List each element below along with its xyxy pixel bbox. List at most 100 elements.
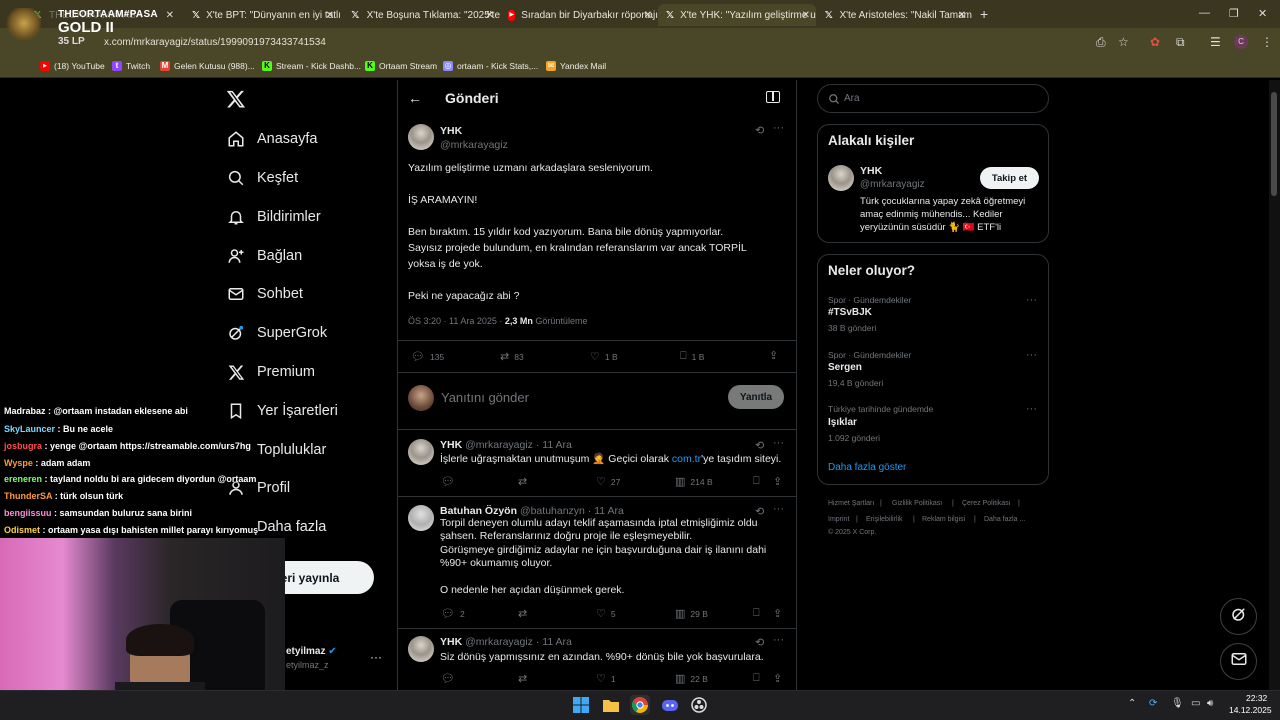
extensions-puzzle-icon[interactable]: ⧉ — [1176, 35, 1185, 50]
grok-icon[interactable]: ⟲ — [755, 124, 764, 137]
nav-premium[interactable]: Premium — [226, 357, 315, 387]
more-icon[interactable]: ··· — [1026, 294, 1037, 306]
person-handle[interactable]: @mrkarayagiz — [860, 179, 925, 190]
grok-fab-button[interactable] — [1220, 598, 1257, 635]
discord-icon[interactable] — [660, 695, 680, 715]
reply-author[interactable]: YHK — [440, 439, 462, 451]
minimize-icon[interactable]: — — [1199, 7, 1210, 19]
bookmark-action[interactable]: ⎕ — [753, 672, 765, 685]
like-action[interactable]: ♡ 1 B — [590, 350, 618, 363]
bookmark-action[interactable]: ⎕ 1 B — [680, 350, 704, 363]
file-explorer-icon[interactable] — [601, 695, 621, 715]
reply-action[interactable]: 💬︎ — [441, 475, 460, 488]
network-icon[interactable]: ▭ — [1191, 698, 1200, 709]
share-action[interactable]: ⇪ — [773, 672, 787, 685]
footer-link[interactable]: Erişilebilirlik — [866, 516, 903, 523]
bookmark-action[interactable]: ⎕ — [753, 607, 765, 620]
search-input[interactable]: Ara — [817, 84, 1049, 113]
show-more-link[interactable]: Daha fazla göster — [828, 462, 906, 473]
x-logo-icon[interactable] — [226, 89, 246, 109]
repost-action[interactable]: ⇄ 83 — [500, 350, 524, 363]
like-action[interactable]: ♡ 27 — [596, 475, 620, 488]
repost-action[interactable]: ⇄ — [518, 607, 532, 620]
close-icon[interactable]: ✕ — [802, 10, 810, 21]
grok-icon[interactable]: ⟲ — [755, 636, 764, 649]
nav-bookmarks[interactable]: Yer İşaretleri — [226, 396, 338, 426]
more-icon[interactable]: ··· — [773, 634, 784, 646]
close-icon[interactable]: ✕ — [958, 10, 966, 21]
bookmark-kick-stats[interactable]: ◎ ortaam - Kick Stats,... — [443, 61, 538, 71]
share-action[interactable]: ⇪ — [769, 349, 783, 362]
share-action[interactable]: ⇪ — [773, 607, 787, 620]
avatar[interactable] — [408, 505, 434, 531]
install-app-icon[interactable]: ⎙ — [1096, 35, 1106, 50]
star-icon[interactable]: ☆ — [1118, 35, 1129, 49]
reply-author[interactable]: Batuhan Özyön — [440, 505, 517, 517]
clock-date[interactable]: 14.12.2025 — [1229, 705, 1272, 715]
reply-action[interactable]: 💬︎ 2 — [441, 607, 465, 620]
more-icon[interactable]: ··· — [773, 437, 784, 449]
trend-name[interactable]: Sergen — [828, 362, 862, 373]
menu-kebab-icon[interactable]: ⋮ — [1261, 35, 1273, 49]
reply-action[interactable]: 💬︎ 135 — [411, 350, 444, 363]
views-action[interactable]: ▥ 29 B — [675, 607, 708, 620]
avatar[interactable] — [408, 124, 434, 150]
scrollbar-thumb[interactable] — [1271, 92, 1277, 196]
trend-name[interactable]: Işıklar — [828, 417, 857, 428]
tweet-timestamp[interactable]: ÖS 3:20 · 11 Ara 2025 · — [408, 316, 505, 326]
repost-action[interactable]: ⇄ — [518, 475, 532, 488]
nav-notifications[interactable]: Bildirimler — [226, 202, 321, 232]
bookmark-action[interactable]: ⎕ — [753, 475, 765, 488]
reply-action[interactable]: 💬︎ — [441, 672, 460, 685]
person-name[interactable]: YHK — [860, 165, 882, 177]
obs-icon[interactable] — [689, 695, 709, 715]
footer-link[interactable]: Çerez Politikası — [962, 500, 1011, 507]
browser-tab-2[interactable]: 𝕏 X'te BPT: "Dünyanın en iyi tatlı ✕ — [184, 4, 340, 26]
avatar[interactable] — [828, 165, 854, 191]
browser-tab-5-active[interactable]: 𝕏 X'te YHK: "Yazılım geliştirme uz ✕ — [658, 4, 816, 26]
close-icon[interactable]: ✕ — [486, 10, 494, 21]
more-icon[interactable]: ··· — [773, 503, 784, 515]
reply-author[interactable]: YHK — [440, 636, 462, 648]
avatar[interactable] — [408, 636, 434, 662]
views-action[interactable]: ▥ 22 B — [675, 672, 708, 685]
more-icon[interactable]: ··· — [1026, 349, 1037, 361]
profile-avatar[interactable]: C — [1234, 35, 1248, 49]
share-action[interactable]: ⇪ — [773, 475, 787, 488]
browser-tab-3[interactable]: 𝕏 X'te Boşuna Tıklama: "2025'te ✕ — [342, 4, 500, 26]
like-action[interactable]: ♡ 1 — [596, 672, 616, 685]
url-input[interactable]: x.com/mrkarayagiz/status/199909197343374… — [104, 37, 326, 48]
reply-submit-button[interactable]: Yanıtla — [728, 385, 784, 409]
reader-view-icon[interactable] — [766, 91, 780, 103]
messages-fab-button[interactable] — [1220, 643, 1257, 680]
bookmark-ortaam-stream[interactable]: K Ortaam Stream — [365, 61, 437, 71]
footer-link[interactable]: Daha fazla ... — [984, 516, 1025, 523]
bookmark-yandex-mail[interactable]: ✉ Yandex Mail — [546, 61, 606, 71]
footer-link[interactable]: Gizlilik Politikası — [892, 500, 942, 507]
restore-icon[interactable]: ❐ — [1229, 7, 1239, 20]
volume-icon[interactable]: 🔊︎ — [1207, 698, 1213, 709]
bookmark-gmail[interactable]: M Gelen Kutusu (988)... — [160, 61, 255, 71]
clock-time[interactable]: 22:32 — [1246, 693, 1267, 703]
chrome-icon[interactable] — [630, 695, 650, 715]
windows-start-icon[interactable] — [571, 695, 591, 715]
footer-link[interactable]: Imprint — [828, 516, 849, 523]
views-action[interactable]: ▥ 214 B — [675, 475, 713, 488]
repost-action[interactable]: ⇄ — [518, 672, 532, 685]
bookmark-kick-dashboard[interactable]: K Stream - Kick Dashb... — [262, 61, 361, 71]
new-tab-icon[interactable]: + — [980, 6, 988, 22]
bookmark-youtube[interactable]: ▶ (18) YouTube — [40, 61, 105, 71]
browser-tab-4[interactable]: ▶ Sıradan bir Diyarbakır röportajı ✕ — [500, 4, 658, 26]
trend-name[interactable]: #TSvBJK — [828, 307, 872, 318]
like-action[interactable]: ♡ 5 — [596, 607, 616, 620]
account-more-icon[interactable]: ··· — [370, 650, 382, 664]
footer-link[interactable]: Hizmet Şartları — [828, 500, 874, 507]
microphone-icon[interactable]: 🎙︎ — [1171, 698, 1184, 709]
extension-red-icon[interactable]: ✿ — [1150, 35, 1160, 49]
follow-button[interactable]: Takip et — [980, 167, 1039, 189]
close-icon[interactable]: ✕ — [166, 10, 174, 21]
avatar[interactable] — [408, 439, 434, 465]
reply-handle[interactable]: @mrkarayagiz · 11 Ara — [465, 636, 572, 648]
reply-link[interactable]: com.tr — [672, 453, 701, 465]
reading-list-icon[interactable]: ☰ — [1210, 35, 1221, 49]
